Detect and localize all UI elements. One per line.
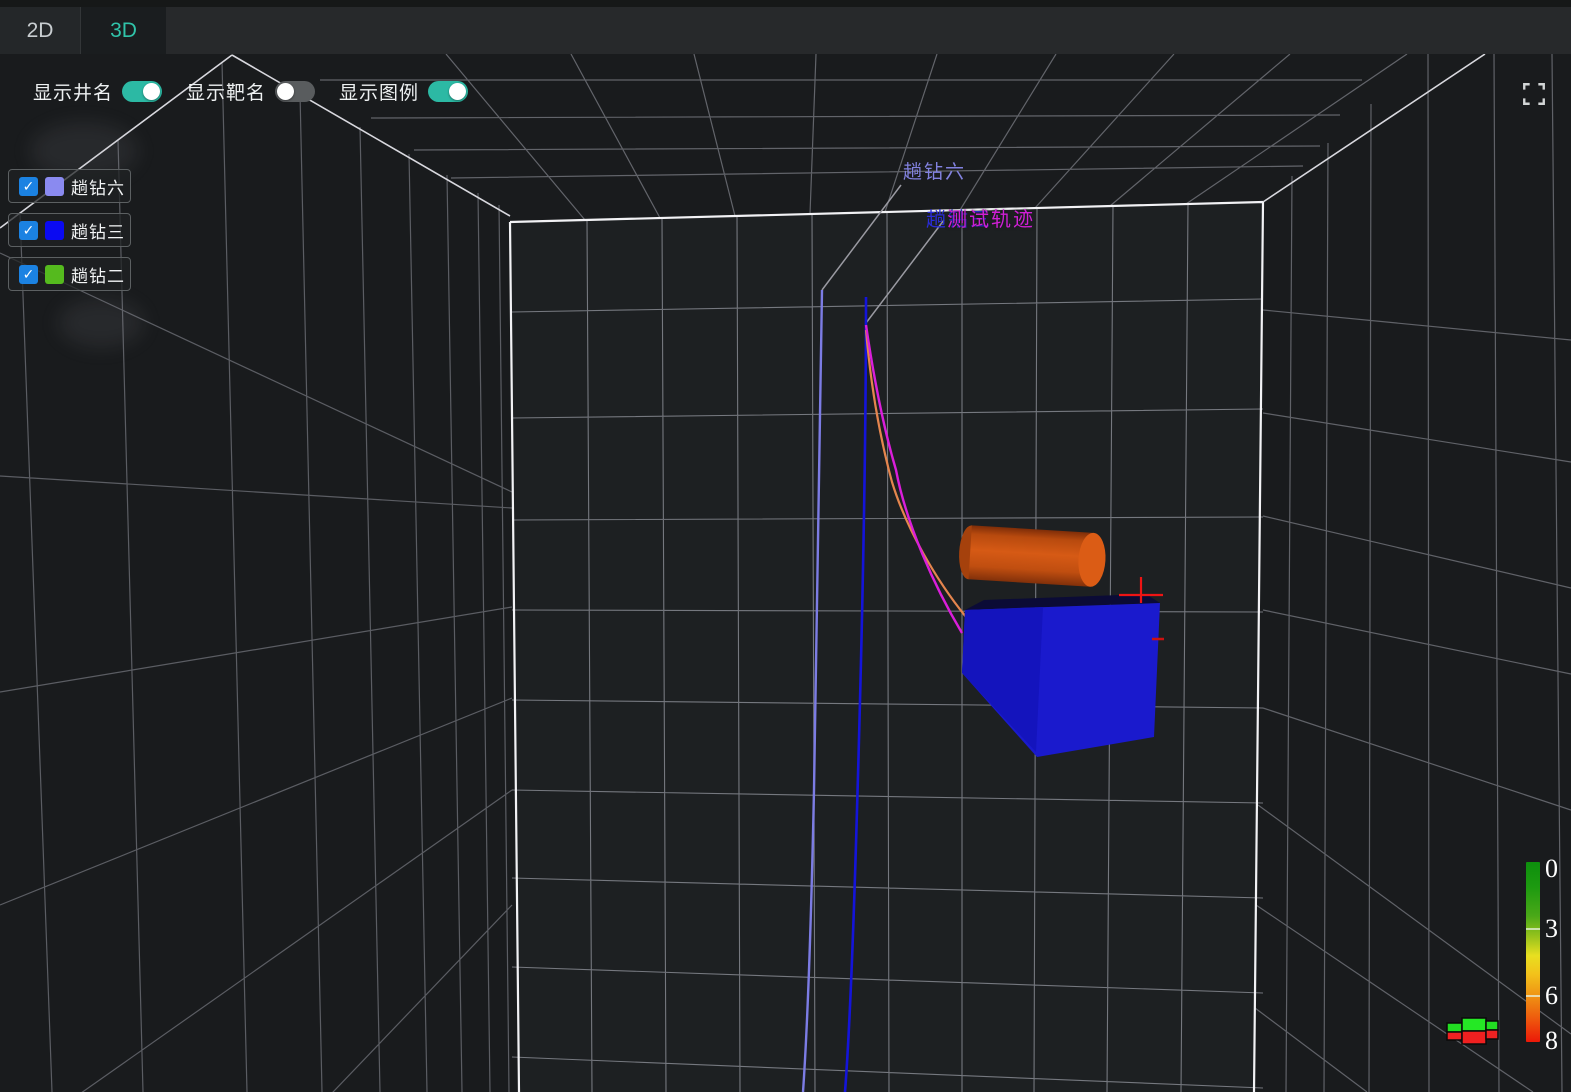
checkbox-checked-icon[interactable]: ✓ [19,265,38,284]
top-strip [0,0,1571,7]
checkbox-checked-icon[interactable]: ✓ [19,177,38,196]
toggle-legend-label: 显示图例 [339,78,419,105]
well-label-test-trajectory: 测试轨迹 [947,203,1035,232]
drill-tool-glyph [1447,1018,1498,1044]
colorbar-tick-label: 3 [1545,914,1558,944]
tab-2d[interactable]: 2D [0,7,81,54]
colorbar-tick-label: 0 [1545,854,1558,884]
legend-item-label: 趟钻二 [71,262,125,287]
watermark-smudge [58,298,144,348]
well-trajectory-3d-viewer: { "tabs": [ {"label": "2D", "active": fa… [0,0,1571,1092]
scene-canvas [0,54,1571,1092]
fullscreen-icon [1521,81,1547,107]
toggle-target-names[interactable] [275,81,315,102]
toggle-knob [277,83,294,100]
legend-item-label: 趟钻六 [71,174,125,199]
toggle-legend[interactable] [428,81,468,102]
toggle-well-names-label: 显示井名 [33,78,113,105]
legend-item-label: 趟钻三 [71,218,125,243]
colorbar-tick-label: 8 [1545,1026,1558,1056]
toggle-well-names[interactable] [122,81,162,102]
tab-3d[interactable]: 3D [81,7,166,54]
well-legend: ✓ 趟钻六 ✓ 趟钻三 ✓ 趟钻二 [8,169,131,301]
color-swatch [45,221,64,240]
toggle-target-names-label: 显示靶名 [186,78,266,105]
legend-item-run3[interactable]: ✓ 趟钻三 [8,213,131,247]
viewport-3d[interactable] [0,54,1571,1092]
toggle-knob [449,83,466,100]
legend-item-run6[interactable]: ✓ 趟钻六 [8,169,131,203]
color-swatch [45,177,64,196]
tab-2d-label: 2D [27,19,54,43]
depth-colorbar [1526,862,1540,1042]
color-swatch [45,265,64,284]
colorbar-tick [1526,995,1540,997]
colorbar-tick-label: 6 [1545,981,1558,1011]
colorbar-tick [1526,928,1540,930]
well-label-run6: 趟钻六 [903,157,966,184]
checkbox-checked-icon[interactable]: ✓ [19,221,38,240]
tab-bar: 2D 3D [0,0,1571,54]
fullscreen-button[interactable] [1519,80,1549,108]
tab-3d-label: 3D [110,19,137,43]
toggle-knob [143,83,160,100]
right-wall-grid-lines [1255,54,1571,1092]
legend-item-run2[interactable]: ✓ 趟钻二 [8,257,131,291]
target-cylinder [958,525,1108,588]
display-toggles: 显示井名 显示靶名 显示图例 [33,78,468,105]
